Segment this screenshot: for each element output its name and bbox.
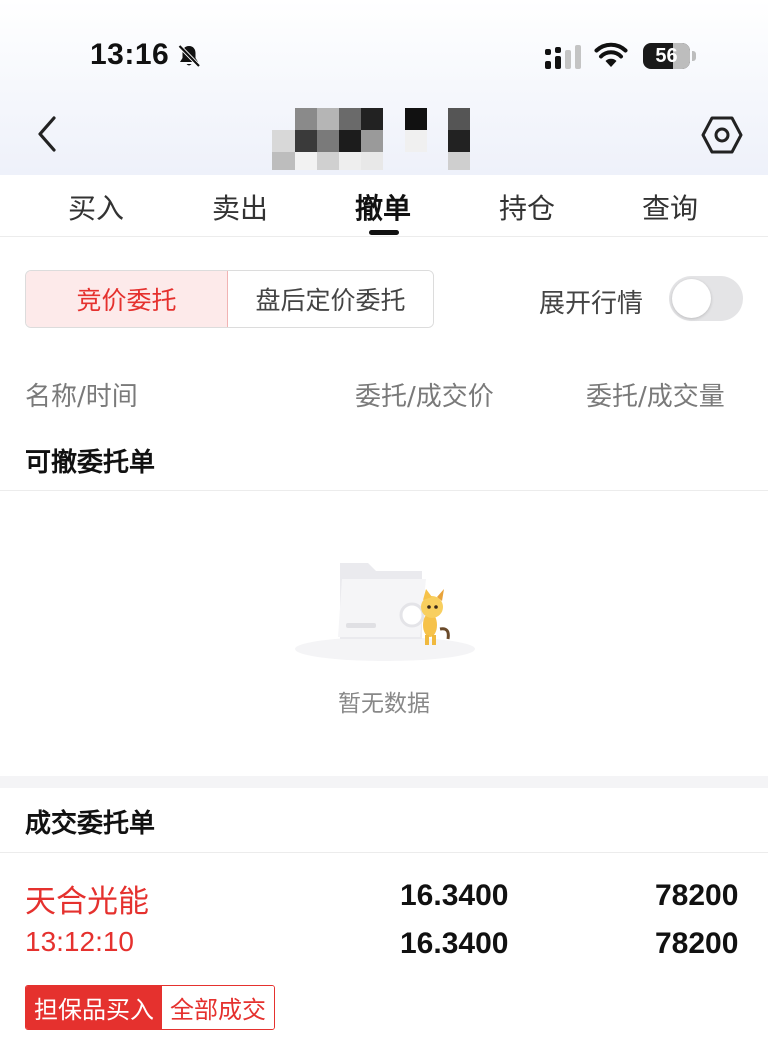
deal-volume: 78200 [655, 927, 739, 960]
order-status-tag: 全部成交 [162, 986, 274, 1029]
market-toggle-label: 展开行情 [539, 289, 644, 319]
segment-after-hours-orders[interactable]: 盘后定价委托 [228, 271, 433, 327]
tab-positions[interactable]: 持仓 [477, 187, 577, 227]
order-tags: 担保品买入 全部成交 [25, 985, 275, 1030]
section-gap [0, 776, 768, 788]
tab-sell[interactable]: 卖出 [190, 187, 290, 227]
hexagon-settings-icon [701, 116, 743, 154]
filled-section-title: 成交委托单 [25, 809, 156, 839]
wifi-icon [594, 41, 628, 73]
back-button[interactable] [30, 112, 64, 156]
cancelable-section-title: 可撤委托单 [25, 448, 156, 478]
account-title-redacted [272, 108, 472, 172]
chevron-left-icon [38, 116, 56, 152]
status-time: 13:16 [90, 38, 170, 71]
cellular-signal-icon [545, 45, 585, 75]
empty-folder-illustration [290, 545, 480, 665]
active-tab-indicator [369, 230, 399, 235]
settings-button[interactable] [700, 113, 744, 157]
bell-muted-icon [176, 43, 202, 73]
battery-level: 56 [655, 44, 678, 67]
trade-tabs: 买入 卖出 撤单 持仓 查询 [0, 175, 768, 237]
market-toggle[interactable] [669, 276, 743, 321]
order-price: 16.3400 [400, 879, 509, 912]
status-bar: 13:16 56 [0, 0, 768, 110]
column-header-volume: 委托/成交量 [586, 382, 725, 412]
section-divider [0, 852, 768, 853]
section-divider [0, 490, 768, 491]
order-type-tag: 担保品买入 [26, 986, 162, 1029]
cancel-orders-screen: 13:16 56 买入 卖出 撤单 持仓 查询 竞价委托 盘后定价委托 展开行情… [0, 0, 768, 1061]
column-header-name-time: 名称/时间 [25, 382, 138, 412]
order-time: 13:12:10 [25, 926, 134, 957]
segment-auction-orders[interactable]: 竞价委托 [26, 271, 229, 327]
stock-name: 天合光能 [25, 884, 149, 920]
battery-icon: 56 [643, 43, 690, 69]
toggle-knob [672, 279, 711, 318]
deal-price: 16.3400 [400, 927, 509, 960]
column-header-price: 委托/成交价 [355, 382, 494, 412]
order-type-segment: 竞价委托 盘后定价委托 [25, 270, 434, 328]
order-volume: 78200 [655, 879, 739, 912]
tab-cancel[interactable]: 撤单 [333, 187, 433, 227]
tab-query[interactable]: 查询 [620, 187, 720, 227]
empty-state-text: 暂无数据 [338, 691, 430, 717]
tab-buy[interactable]: 买入 [46, 187, 146, 227]
